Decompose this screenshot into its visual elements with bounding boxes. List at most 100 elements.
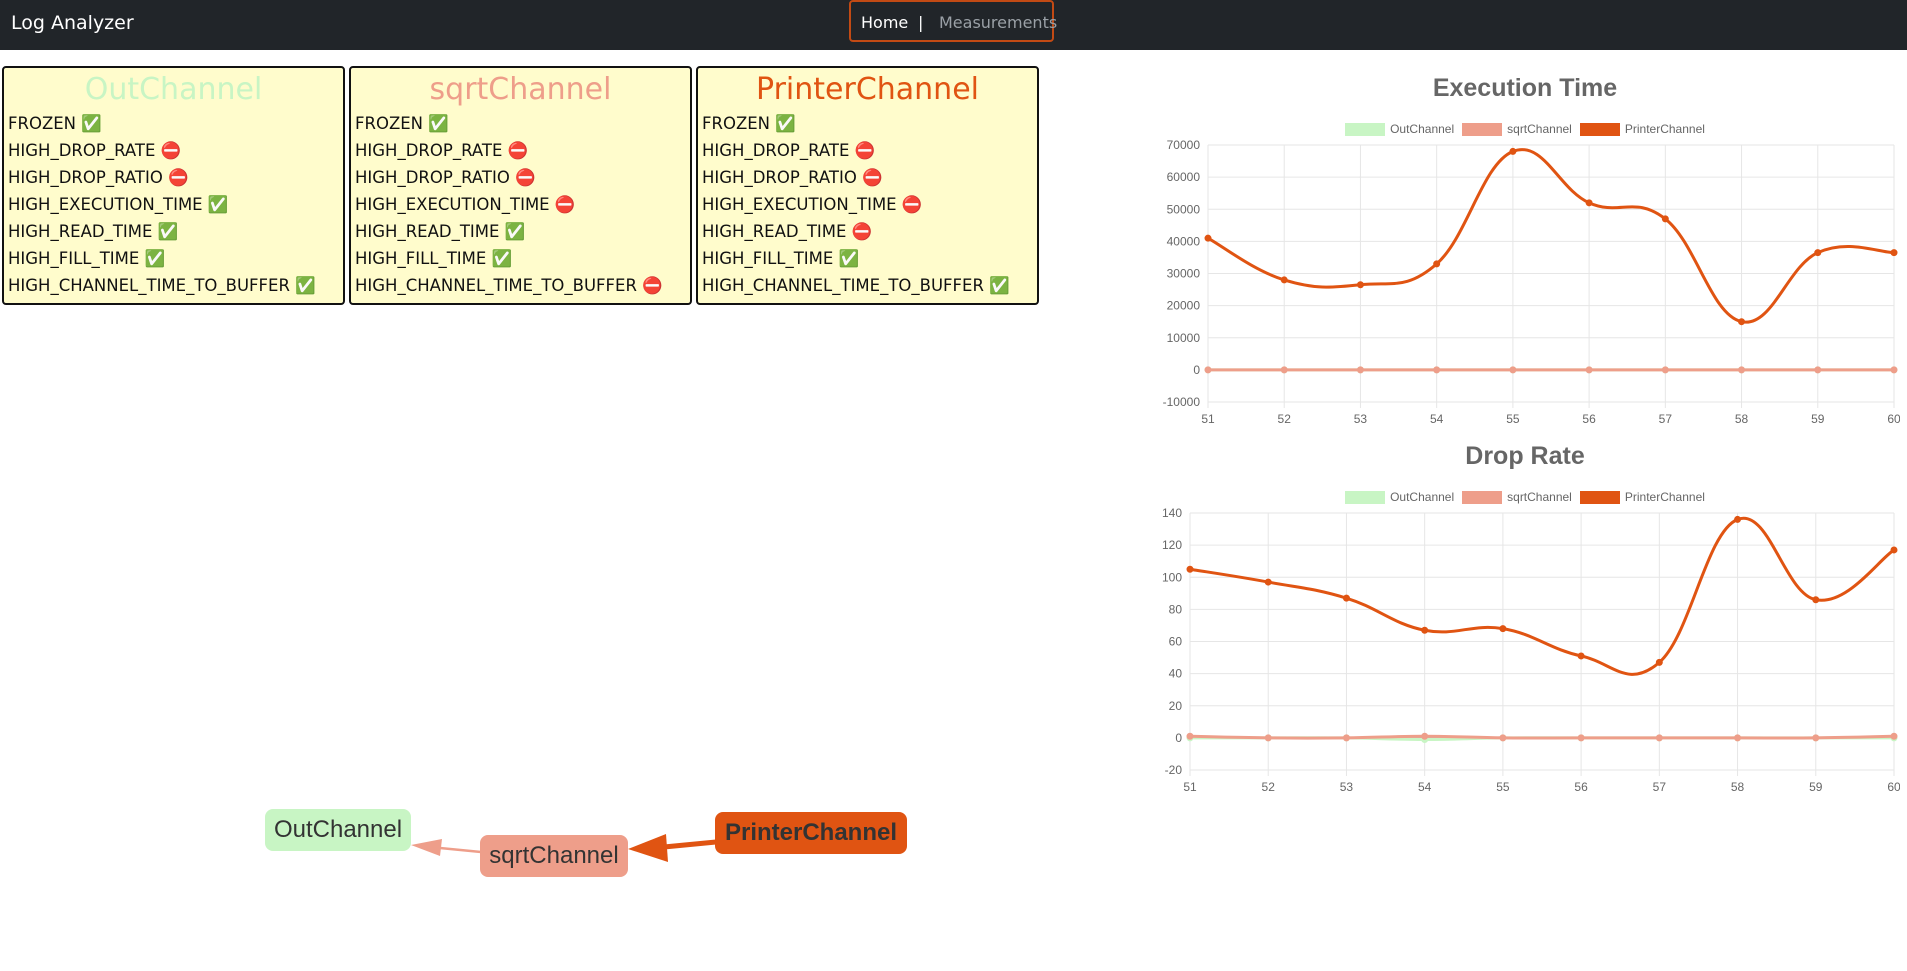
data-point[interactable] [1734, 734, 1742, 742]
x-tick-label: 60 [1887, 780, 1900, 794]
x-tick-label: 57 [1653, 780, 1667, 794]
flag-label: HIGH_EXECUTION_TIME [355, 195, 550, 214]
flag-label: FROZEN [355, 114, 424, 133]
data-point[interactable] [1812, 596, 1820, 604]
edge-arrowhead [628, 834, 668, 862]
data-point[interactable] [1890, 366, 1898, 374]
flag-row: HIGH_DROP_RATIO ⛔ [702, 164, 1037, 191]
no-entry-icon: ⛔ [901, 195, 923, 214]
y-tick-label: -10000 [1163, 395, 1201, 409]
flag-row: HIGH_DROP_RATE ⛔ [702, 137, 1037, 164]
check-icon: ✅ [157, 222, 179, 241]
chart-plot: -20 0 20 40 60 80 100 120 140 51 52 53 54 55 56 57 58 59 6… [1162, 506, 1900, 794]
nav-measurements-link[interactable]: Measurements [939, 13, 1057, 33]
data-point[interactable] [1264, 734, 1272, 742]
data-point[interactable] [1499, 625, 1507, 633]
data-point[interactable] [1509, 366, 1517, 374]
data-point[interactable] [1661, 215, 1669, 223]
check-icon: ✅ [775, 114, 796, 133]
data-point[interactable] [1421, 732, 1429, 740]
nav-separator: | [918, 13, 924, 32]
data-point[interactable] [1433, 260, 1441, 268]
check-icon: ✅ [144, 249, 166, 268]
edge-printer-to-sqrt [663, 839, 717, 850]
data-point[interactable] [1356, 366, 1364, 374]
data-point[interactable] [1264, 578, 1272, 586]
flag-row: HIGH_CHANNEL_TIME_TO_BUFFER ✅ [702, 272, 1037, 299]
data-point[interactable] [1186, 565, 1194, 573]
flag-label: HIGH_CHANNEL_TIME_TO_BUFFER [355, 276, 637, 295]
nav-home-link[interactable]: Home [861, 13, 908, 33]
flag-label: FROZEN [702, 114, 771, 133]
card-title: PrinterChannel [756, 72, 979, 107]
data-point[interactable] [1421, 626, 1429, 634]
flag-row: HIGH_DROP_RATE ⛔ [355, 137, 690, 164]
edge-arrowhead [411, 839, 442, 856]
data-point[interactable] [1204, 234, 1212, 242]
check-icon: ✅ [295, 276, 316, 295]
data-point[interactable] [1585, 366, 1593, 374]
data-point[interactable] [1577, 652, 1585, 660]
x-tick-label: 51 [1183, 780, 1197, 794]
x-tick-label: 54 [1430, 412, 1444, 426]
data-point[interactable] [1734, 515, 1742, 523]
channel-card: PrinterChannel FROZEN ✅ HIGH_DROP_RATE ⛔ HI… [696, 66, 1039, 305]
data-point[interactable] [1186, 732, 1194, 740]
data-point[interactable] [1280, 276, 1288, 284]
data-point[interactable] [1738, 318, 1746, 326]
data-point[interactable] [1433, 366, 1441, 374]
flag-list: FROZEN ✅ HIGH_DROP_RATE ⛔ HIGH_DROP_RATIO … [351, 110, 690, 299]
data-point[interactable] [1661, 366, 1669, 374]
flag-label: FROZEN [8, 114, 77, 133]
y-tick-label: 40000 [1167, 234, 1201, 248]
graph-node-sqrtchannel[interactable]: sqrtChannel [480, 835, 628, 877]
data-point[interactable] [1890, 732, 1898, 740]
data-point[interactable] [1890, 546, 1898, 554]
flag-row: HIGH_FILL_TIME ✅ [702, 245, 1037, 272]
data-point[interactable] [1509, 147, 1517, 155]
data-point[interactable] [1738, 366, 1746, 374]
data-point[interactable] [1356, 281, 1364, 289]
flag-row: HIGH_READ_TIME ✅ [8, 218, 343, 245]
data-point[interactable] [1342, 734, 1350, 742]
flag-row: FROZEN ✅ [702, 110, 1037, 137]
x-tick-label: 58 [1731, 780, 1745, 794]
data-point[interactable] [1814, 249, 1822, 257]
no-entry-icon: ⛔ [507, 141, 529, 160]
flag-row: HIGH_FILL_TIME ✅ [355, 245, 690, 272]
data-point[interactable] [1204, 366, 1212, 374]
flag-row: FROZEN ✅ [8, 110, 343, 137]
x-tick-label: 59 [1809, 780, 1823, 794]
data-point[interactable] [1280, 366, 1288, 374]
channel-card: OutChannel FROZEN ✅ HIGH_DROP_RATE ⛔ HIGH_D… [2, 66, 345, 305]
no-entry-icon: ⛔ [160, 141, 182, 160]
y-tick-label: 50000 [1167, 202, 1201, 216]
graph-node-printerchannel[interactable]: PrinterChannel [715, 812, 907, 854]
data-point[interactable] [1812, 734, 1820, 742]
y-tick-label: 20 [1169, 699, 1183, 713]
graph-node-outchannel[interactable]: OutChannel [265, 809, 411, 851]
data-point[interactable] [1890, 249, 1898, 257]
x-tick-label: 53 [1340, 780, 1354, 794]
x-tick-label: 60 [1887, 412, 1900, 426]
flag-row: HIGH_READ_TIME ✅ [355, 218, 690, 245]
data-point[interactable] [1585, 199, 1593, 207]
flag-row: HIGH_CHANNEL_TIME_TO_BUFFER ✅ [8, 272, 343, 299]
app-title[interactable]: Log Analyzer [11, 11, 134, 35]
card-title: sqrtChannel [429, 72, 612, 107]
data-point[interactable] [1814, 366, 1822, 374]
data-point[interactable] [1499, 734, 1507, 742]
data-point[interactable] [1655, 658, 1663, 666]
x-tick-label: 52 [1278, 412, 1292, 426]
flag-label: HIGH_EXECUTION_TIME [8, 195, 203, 214]
y-tick-label: 70000 [1167, 138, 1201, 152]
y-tick-label: 60000 [1167, 170, 1201, 184]
data-point[interactable] [1342, 594, 1350, 602]
flag-row: HIGH_DROP_RATIO ⛔ [8, 164, 343, 191]
x-tick-label: 52 [1262, 780, 1276, 794]
no-entry-icon: ⛔ [168, 168, 189, 187]
flag-list: FROZEN ✅ HIGH_DROP_RATE ⛔ HIGH_DROP_RATIO … [698, 110, 1037, 299]
data-point[interactable] [1655, 734, 1663, 742]
data-point[interactable] [1577, 734, 1585, 742]
y-tick-label: 10000 [1167, 331, 1201, 345]
